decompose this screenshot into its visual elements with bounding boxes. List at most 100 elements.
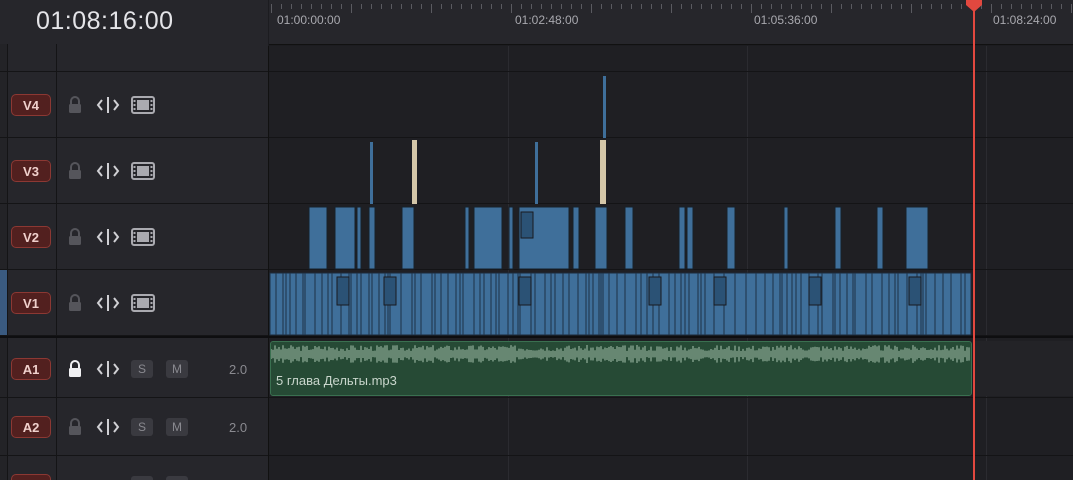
track-badge[interactable]: A2 xyxy=(11,416,51,438)
video-clip-v2[interactable] xyxy=(624,206,634,270)
film-icon[interactable] xyxy=(131,162,155,180)
trim-icon[interactable] xyxy=(96,161,120,181)
video-clip-v2[interactable] xyxy=(678,206,686,270)
column-separator xyxy=(56,138,57,203)
film-icon[interactable] xyxy=(131,294,155,312)
lock-icon[interactable] xyxy=(67,228,83,246)
column-separator xyxy=(56,456,57,480)
video-clip-v2[interactable] xyxy=(876,206,884,270)
trim-icon[interactable] xyxy=(96,95,120,115)
ruler-tick xyxy=(801,4,802,9)
ruler-tick xyxy=(761,4,762,9)
ruler-tick xyxy=(291,4,292,9)
ruler-tick xyxy=(1041,4,1042,9)
ruler-tick xyxy=(641,4,642,9)
video-clip-marker[interactable] xyxy=(518,276,532,306)
video-clip-v2[interactable] xyxy=(572,206,580,270)
ruler-tick xyxy=(871,4,872,9)
mute-button[interactable]: M xyxy=(166,360,188,378)
track-header-v2: V2 xyxy=(0,204,268,270)
ruler-tick xyxy=(391,4,392,9)
video-clip-v2[interactable] xyxy=(308,206,328,270)
video-clip-v3[interactable] xyxy=(535,142,538,204)
video-clip-v2[interactable] xyxy=(464,206,470,270)
lock-icon[interactable] xyxy=(67,418,83,436)
timeline-ruler[interactable]: 01:00:00:00 01:02:48:00 01:05:36:00 01:0… xyxy=(269,0,1073,45)
track-badge[interactable]: V3 xyxy=(11,160,51,182)
ruler-tick xyxy=(1011,4,1012,9)
video-clip-v2[interactable] xyxy=(834,206,842,270)
video-clip-v2[interactable] xyxy=(401,206,415,270)
film-icon[interactable] xyxy=(131,96,155,114)
ruler-label: 01:08:24:00 xyxy=(993,13,1057,27)
solo-button[interactable]: S xyxy=(131,418,153,436)
ruler-tick xyxy=(301,4,302,9)
ruler-tick xyxy=(271,4,272,13)
ruler-tick xyxy=(741,4,742,9)
lock-icon[interactable] xyxy=(67,162,83,180)
trim-icon[interactable] xyxy=(96,417,120,437)
track-badge[interactable]: V1 xyxy=(11,292,51,314)
lock-icon[interactable] xyxy=(67,360,83,378)
lock-icon[interactable] xyxy=(67,96,83,114)
video-clip-marker[interactable] xyxy=(713,276,727,306)
video-clip-v2[interactable] xyxy=(356,206,362,270)
video-clip-v2[interactable] xyxy=(368,206,376,270)
video-clips[interactable] xyxy=(269,46,1073,480)
solo-button[interactable]: S xyxy=(131,360,153,378)
playhead[interactable] xyxy=(973,0,975,480)
ruler-tick xyxy=(711,4,712,9)
ruler-tick xyxy=(701,4,702,9)
video-clip-v2[interactable] xyxy=(594,206,608,270)
playhead-handle[interactable] xyxy=(965,0,983,12)
film-icon[interactable] xyxy=(131,228,155,246)
video-clip-v2[interactable] xyxy=(508,206,514,270)
video-clip-v2[interactable] xyxy=(726,206,736,270)
video-clip-marker[interactable] xyxy=(648,276,662,306)
ruler-tick xyxy=(781,4,782,9)
trim-icon[interactable] xyxy=(96,359,120,379)
track-badge[interactable]: A1 xyxy=(11,358,51,380)
ruler-tick xyxy=(511,4,512,13)
audio-clip[interactable]: 5 глава Дельты.mp3 xyxy=(270,341,972,396)
ruler-tick xyxy=(441,4,442,9)
video-clip-marker[interactable] xyxy=(908,276,922,306)
title-clip-v3[interactable] xyxy=(412,140,417,204)
video-clip-v4[interactable] xyxy=(603,76,606,138)
video-clip-v2[interactable] xyxy=(334,206,356,270)
video-clip-v2[interactable] xyxy=(473,206,503,270)
timecode-display[interactable]: 01:08:16:00 xyxy=(36,7,174,36)
ruler-tick xyxy=(1001,4,1002,9)
ruler-tick xyxy=(881,4,882,9)
mute-button[interactable]: M xyxy=(166,418,188,436)
track-header-v3: V3 xyxy=(0,138,268,204)
ruler-tick xyxy=(861,4,862,9)
video-clip-marker[interactable] xyxy=(808,276,822,306)
video-clip-marker[interactable] xyxy=(383,276,397,306)
track-badge[interactable]: V2 xyxy=(11,226,51,248)
track-header-v1: V1 xyxy=(0,270,268,336)
ruler-tick xyxy=(381,4,382,9)
trim-icon[interactable] xyxy=(96,227,120,247)
ruler-tick xyxy=(331,4,332,9)
ruler-tick xyxy=(371,4,372,9)
lock-icon[interactable] xyxy=(67,294,83,312)
ruler-tick xyxy=(751,4,752,13)
ruler-tick xyxy=(771,4,772,9)
trim-icon[interactable] xyxy=(96,293,120,313)
track-header-partial-top xyxy=(0,44,268,72)
title-clip-v3[interactable] xyxy=(600,140,606,204)
ruler-tick xyxy=(491,4,492,9)
track-headers: V4 V3 V2 V1 A1 S M 2.0 A2 S M 2.0 xyxy=(0,44,269,480)
video-clip-v2[interactable] xyxy=(905,206,929,270)
track-badge[interactable]: V4 xyxy=(11,94,51,116)
video-clip-marker[interactable] xyxy=(336,276,350,306)
video-clip-v3[interactable] xyxy=(370,142,373,204)
video-clip-v2[interactable] xyxy=(686,206,694,270)
ruler-tick xyxy=(941,4,942,9)
audio-waveform xyxy=(271,345,970,363)
ruler-tick xyxy=(281,4,282,9)
timeline-lanes[interactable]: 5 глава Дельты.mp3 xyxy=(269,46,1073,480)
video-clip-marker[interactable] xyxy=(520,211,534,239)
video-clip-v2[interactable] xyxy=(783,206,789,270)
